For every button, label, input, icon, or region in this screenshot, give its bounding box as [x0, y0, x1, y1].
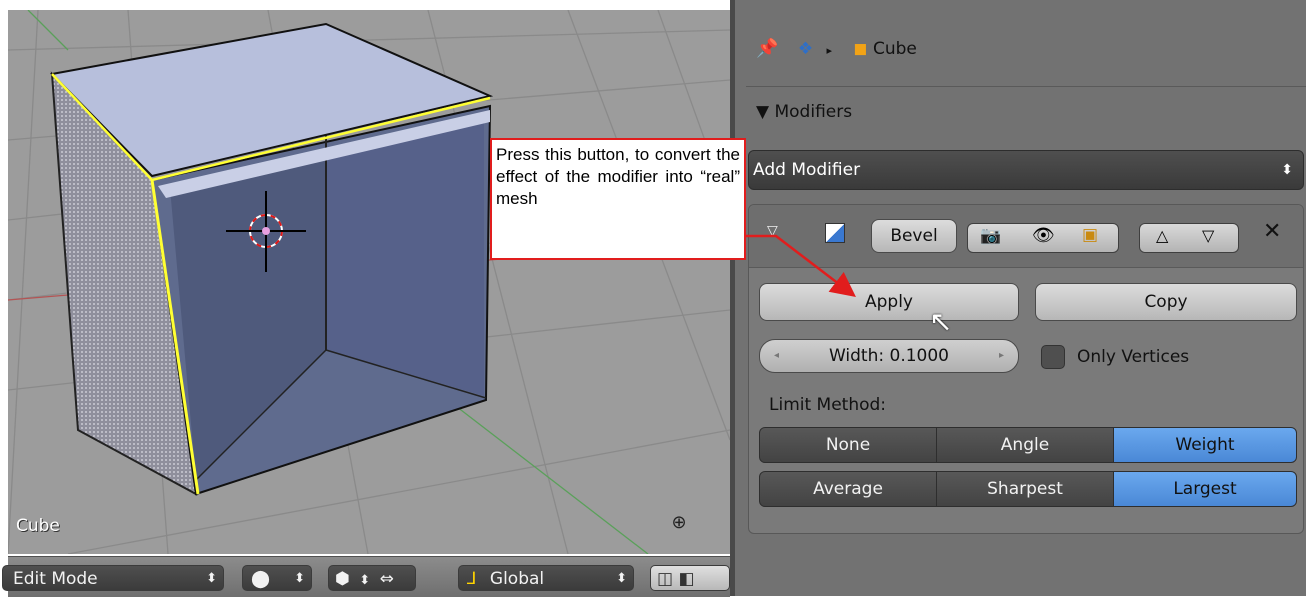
only-vertices-label: Only Vertices: [1077, 347, 1190, 367]
limit-weight-button[interactable]: Weight: [1113, 427, 1297, 463]
bevel-modifier-icon: [825, 223, 845, 243]
callout-text: Press this button, to convert the effect…: [496, 145, 740, 208]
close-icon[interactable]: ✕: [1263, 219, 1281, 244]
edit-mode-icon[interactable]: ▣: [1082, 225, 1098, 245]
mouse-pointer-icon: ↖: [929, 305, 953, 338]
limit-angle-button[interactable]: Angle: [936, 427, 1114, 463]
width-average-label: Average: [813, 479, 883, 499]
updown-icon: ⬍: [359, 573, 371, 588]
mode-selector[interactable]: Edit Mode ⬍: [2, 565, 224, 591]
width-largest-button[interactable]: Largest: [1113, 471, 1297, 507]
add-modifier-label: Add Modifier: [753, 160, 861, 180]
width-field[interactable]: ◂ Width: 0.1000 ▸: [759, 339, 1019, 373]
annotation-callout: Press this button, to convert the effect…: [490, 138, 746, 260]
move-up-icon[interactable]: △: [1156, 226, 1168, 245]
cube-icon: ◧: [678, 569, 695, 589]
orientation-label: Global: [489, 569, 545, 589]
cube-icon: ◫: [657, 569, 674, 589]
collapse-triangle-icon: ▼: [756, 102, 770, 122]
manipulator-icon: ⊕: [671, 512, 687, 533]
viewport-header: Edit Mode ⬍ ⬤ ⬍ ⬢ ⬍ ⇔ ⅃ Global ⬍ ◫ ◧: [2, 556, 730, 597]
limit-angle-label: Angle: [1000, 435, 1050, 455]
updown-icon: ⬍: [1281, 162, 1293, 178]
mode-label: Edit Mode: [13, 569, 98, 589]
active-object-label: Cube: [16, 516, 60, 536]
3d-viewport[interactable]: Cube ⊕: [8, 10, 730, 554]
render-camera-icon[interactable]: 📷: [980, 226, 1001, 246]
expand-triangle-icon[interactable]: ▽: [767, 223, 778, 239]
cube-object-icon: ◼: [853, 39, 868, 59]
limit-method-label: Limit Method:: [769, 395, 887, 415]
chevron-right-icon: ▸: [826, 44, 833, 57]
only-vertices-checkbox[interactable]: [1041, 345, 1065, 369]
limit-weight-label: Weight: [1175, 435, 1235, 455]
decrement-arrow-icon[interactable]: ◂: [774, 340, 779, 372]
width-sharpest-button[interactable]: Sharpest: [936, 471, 1114, 507]
orientation-selector[interactable]: ⅃ Global ⬍: [458, 565, 634, 591]
increment-arrow-icon[interactable]: ▸: [999, 340, 1004, 372]
width-average-button[interactable]: Average: [759, 471, 937, 507]
scene-data-icon: ❖: [797, 39, 814, 59]
modifier-name-field[interactable]: Bevel: [871, 219, 957, 253]
add-modifier-dropdown[interactable]: Add Modifier ⬍: [748, 150, 1304, 190]
updown-icon: ⬍: [206, 571, 217, 586]
y-axis-line-top: [27, 10, 69, 51]
breadcrumb-object: Cube: [872, 39, 917, 59]
updown-icon: ⬍: [294, 571, 305, 586]
modifiers-panel-header[interactable]: ▼ Modifiers: [756, 102, 852, 122]
copy-label: Copy: [1144, 292, 1188, 312]
solid-shading-icon: ⬤: [251, 569, 271, 589]
manipulator-toggle-icon[interactable]: ⇔: [380, 569, 394, 589]
width-value: Width: 0.1000: [828, 346, 949, 366]
shading-selector[interactable]: ⬤ ⬍: [242, 565, 312, 591]
move-down-icon[interactable]: ▽: [1202, 226, 1214, 245]
bevel-modifier-panel: ▽ Bevel 📷 👁 ▣ △ ▽ ✕ Apply Copy ↖ ◂ Width…: [748, 204, 1304, 534]
copy-button[interactable]: Copy: [1035, 283, 1297, 321]
width-sharpest-label: Sharpest: [987, 479, 1063, 499]
pivot-selector[interactable]: ⬢ ⬍ ⇔: [328, 565, 416, 591]
cube-inner-back: [326, 116, 484, 396]
pin-icon[interactable]: 📌: [756, 38, 778, 59]
apply-button[interactable]: Apply: [759, 283, 1019, 321]
width-largest-label: Largest: [1173, 479, 1237, 499]
properties-editor: 📌 ❖ ▸ ◼ Cube ▼ Modifiers Add Modifier ⬍ …: [730, 0, 1306, 596]
transform-axes-icon: ⅃: [467, 569, 477, 589]
properties-header: 📌 ❖ ▸ ◼ Cube: [730, 0, 1306, 596]
layer-buttons[interactable]: ◫ ◧: [650, 565, 730, 591]
visibility-toggles: 📷 👁 ▣: [967, 223, 1119, 253]
pivot-icon: ⬢: [335, 569, 350, 589]
limit-none-button[interactable]: None: [759, 427, 937, 463]
panel-title: Modifiers: [774, 102, 853, 122]
apply-label: Apply: [865, 292, 913, 312]
eye-icon[interactable]: 👁: [1032, 225, 1055, 246]
limit-none-label: None: [825, 435, 871, 455]
move-buttons: △ ▽: [1139, 223, 1239, 253]
modifier-name: Bevel: [890, 226, 938, 246]
modifier-header: ▽ Bevel 📷 👁 ▣ △ ▽ ✕: [749, 205, 1303, 268]
updown-icon: ⬍: [616, 571, 627, 586]
viewport-scene: [8, 10, 730, 554]
breadcrumb: 📌 ❖ ▸ ◼ Cube: [756, 34, 917, 64]
